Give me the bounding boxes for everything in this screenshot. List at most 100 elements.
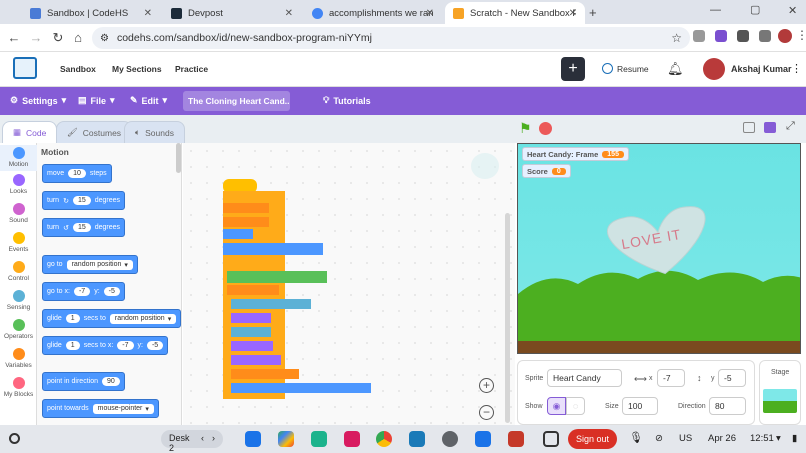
- frame-monitor[interactable]: Heart Candy: Frame 155: [522, 147, 629, 161]
- edit-menu[interactable]: ✎ Edit ▾: [130, 95, 167, 106]
- zoom-in-icon[interactable]: +: [479, 378, 494, 393]
- file-menu[interactable]: ▤ File ▾: [78, 95, 115, 106]
- url-bar[interactable]: ⚙ codehs.com/sandbox/id/new-sandbox-prog…: [92, 27, 690, 49]
- browser-tab-devpost[interactable]: Devpost ✕: [163, 2, 301, 24]
- glide-xy-block[interactable]: glide 1 secs to x: -7 y: -5: [42, 336, 169, 355]
- microphone-icon[interactable]: 🎙︎: [629, 431, 643, 444]
- battery-icon[interactable]: ▮: [792, 433, 797, 444]
- app-icon[interactable]: [311, 431, 327, 447]
- palette-scrollbar[interactable]: [176, 143, 181, 173]
- app-icon[interactable]: [475, 431, 491, 447]
- resume-link[interactable]: Resume: [617, 64, 649, 74]
- target-dropdown[interactable]: mouse-pointer ▾: [92, 403, 154, 414]
- point-towards-block[interactable]: point towards mouse-pointer ▾: [42, 399, 159, 418]
- nav-my-sections[interactable]: My Sections: [112, 64, 162, 74]
- close-icon[interactable]: ✕: [426, 8, 434, 19]
- maximize-icon[interactable]: ▢: [750, 3, 760, 16]
- nav-practice[interactable]: Practice: [175, 64, 208, 74]
- green-flag-icon[interactable]: ⚑: [519, 120, 532, 137]
- category-control[interactable]: Control: [0, 261, 37, 282]
- go-to-xy-block[interactable]: go to x: -7 y: -5: [42, 282, 125, 301]
- hide-icon[interactable]: ◌: [566, 397, 585, 415]
- target-dropdown[interactable]: random position ▾: [109, 313, 177, 324]
- user-name[interactable]: Akshaj Kumar: [731, 64, 792, 74]
- desk-switcher[interactable]: Desk 2 ‹ ›: [161, 430, 223, 453]
- target-dropdown[interactable]: random position ▾: [66, 259, 133, 270]
- browser-tab-scratch[interactable]: Scratch - New Sandbox Program ✕: [445, 2, 585, 24]
- extension-icon[interactable]: [693, 30, 705, 42]
- category-events[interactable]: Events: [0, 232, 37, 253]
- close-icon[interactable]: ✕: [144, 8, 152, 19]
- app-icon[interactable]: [344, 431, 360, 447]
- settings-menu[interactable]: ⚙ Settings ▾: [10, 95, 66, 106]
- notification-bell-icon[interactable]: 🔔︎: [667, 61, 684, 77]
- more-menu-icon[interactable]: ⋮: [796, 28, 806, 42]
- glide-block[interactable]: glide 1 secs to random position ▾: [42, 309, 181, 328]
- extensions-puzzle-icon[interactable]: [759, 30, 771, 42]
- codehs-logo-icon[interactable]: [13, 57, 37, 79]
- reload-icon[interactable]: ↻: [50, 30, 66, 46]
- wifi-icon[interactable]: ▾: [776, 433, 781, 444]
- play-store-icon[interactable]: [278, 431, 294, 447]
- category-operators[interactable]: Operators: [0, 319, 37, 340]
- turn-right-block[interactable]: turn ↻ 15 degrees: [42, 191, 126, 210]
- close-icon[interactable]: ✕: [285, 8, 293, 19]
- bookmark-star-icon[interactable]: ☆: [671, 31, 682, 45]
- nav-sandbox[interactable]: Sandbox: [60, 64, 96, 74]
- direction-input[interactable]: 80: [709, 397, 746, 415]
- size-input[interactable]: 100: [622, 397, 658, 415]
- clock[interactable]: 12:51: [750, 433, 774, 444]
- files-app-icon[interactable]: [245, 431, 261, 447]
- score-monitor[interactable]: Score 0: [522, 164, 571, 178]
- new-tab-icon[interactable]: +: [589, 5, 597, 20]
- x-input[interactable]: -7: [657, 369, 685, 387]
- stage-canvas[interactable]: LOVE IT Heart Candy: Frame 155 Score 0: [517, 143, 801, 354]
- app-icon[interactable]: [508, 431, 524, 447]
- stop-icon[interactable]: [539, 122, 552, 135]
- code-workspace[interactable]: + −: [183, 143, 515, 425]
- browser-tab-google[interactable]: accomplishments we ran into ✕: [304, 2, 442, 24]
- turn-left-block[interactable]: turn ↺ 15 degrees: [42, 218, 126, 237]
- input-language[interactable]: US: [679, 433, 692, 444]
- y-input[interactable]: -5: [718, 369, 746, 387]
- window-close-icon[interactable]: ✕: [788, 4, 797, 17]
- classroom-icon[interactable]: [409, 431, 425, 447]
- chevron-right-icon[interactable]: ›: [212, 433, 215, 445]
- sprite-name-input[interactable]: Heart Candy: [547, 369, 622, 387]
- site-info-icon[interactable]: ⚙: [100, 33, 109, 44]
- more-menu-icon[interactable]: ⋮: [791, 62, 802, 75]
- back-icon[interactable]: ←: [6, 30, 22, 45]
- chevron-left-icon[interactable]: ‹: [201, 433, 204, 445]
- user-avatar[interactable]: [703, 58, 725, 80]
- chrome-icon[interactable]: [376, 431, 392, 447]
- category-sound[interactable]: Sound: [0, 203, 37, 224]
- stage-thumbnail[interactable]: [763, 389, 797, 413]
- show-visible-icon[interactable]: ◉: [547, 397, 566, 415]
- sign-out-button[interactable]: Sign out: [568, 429, 617, 449]
- normal-stage-icon[interactable]: [764, 122, 776, 133]
- minimize-icon[interactable]: —: [710, 4, 721, 16]
- camera-off-icon[interactable]: ⊘: [655, 433, 663, 444]
- category-motion[interactable]: Motion: [0, 145, 37, 171]
- category-looks[interactable]: Looks: [0, 174, 37, 195]
- project-title-input[interactable]: The Cloning Heart Cand...: [183, 91, 290, 111]
- browser-tab-codehs[interactable]: Sandbox | CodeHS ✕: [22, 2, 160, 24]
- extension-icon[interactable]: [715, 30, 727, 42]
- tab-sounds[interactable]: 🔈︎ Sounds: [124, 121, 185, 143]
- go-to-block[interactable]: go to random position ▾: [42, 255, 138, 274]
- zoom-out-icon[interactable]: −: [479, 405, 494, 420]
- date[interactable]: Apr 26: [708, 433, 736, 444]
- move-steps-block[interactable]: move 10 steps: [42, 164, 112, 183]
- home-icon[interactable]: ⌂: [70, 30, 86, 45]
- close-icon[interactable]: ✕: [569, 8, 577, 19]
- extension-icon[interactable]: [737, 30, 749, 42]
- small-stage-icon[interactable]: [743, 122, 755, 133]
- settings-gear-icon[interactable]: [442, 431, 458, 447]
- add-button[interactable]: +: [561, 57, 585, 81]
- screenshot-icon[interactable]: [543, 431, 559, 447]
- category-sensing[interactable]: Sensing: [0, 290, 37, 311]
- category-my-blocks[interactable]: My Blocks: [0, 377, 37, 398]
- category-variables[interactable]: Variables: [0, 348, 37, 369]
- workspace-scrollbar[interactable]: [505, 213, 510, 423]
- point-in-direction-block[interactable]: point in direction 90: [42, 372, 125, 391]
